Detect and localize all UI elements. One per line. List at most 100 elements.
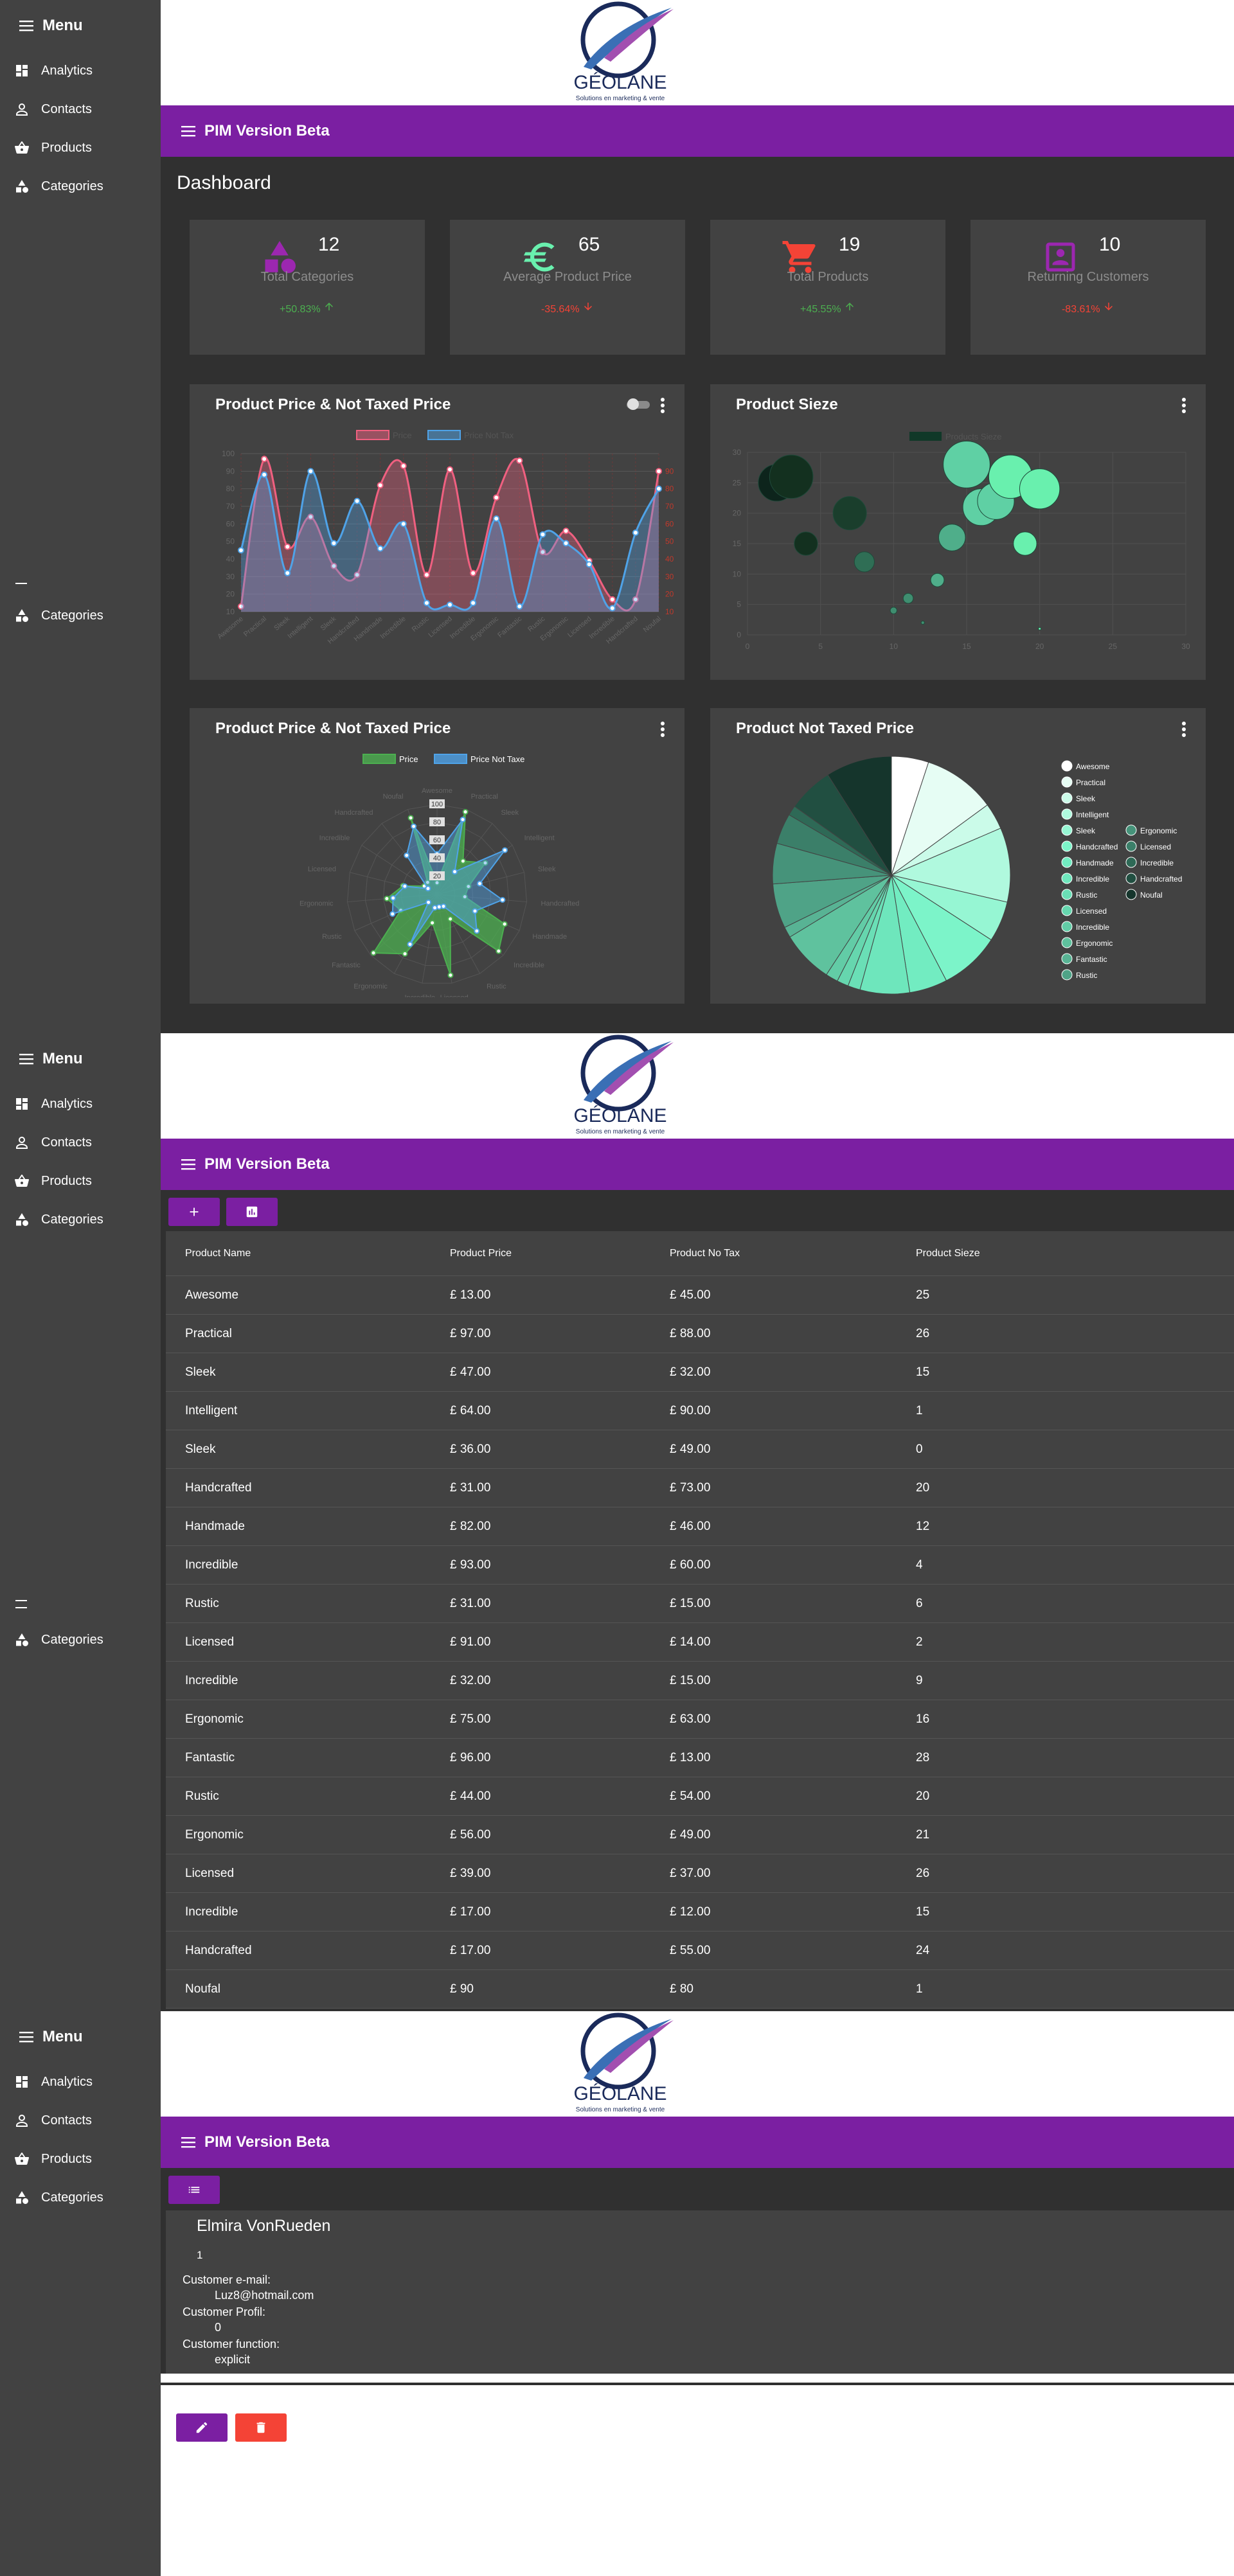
line-chart: Price Price Not Tax 10 20 30 40 50 60 70 80 90 100 1… — [216, 430, 674, 646]
table-cell: Ergonomic — [185, 1712, 244, 1726]
sidebar-header[interactable]: Menu — [0, 2011, 161, 2063]
table-row[interactable]: Licensed £ 39.00 £ 37.00 26 — [166, 1854, 1234, 1893]
table-row[interactable]: Intelligent £ 64.00 £ 90.00 1 — [166, 1392, 1234, 1430]
data-point — [423, 600, 430, 607]
data-point — [656, 468, 662, 475]
menu-icon[interactable] — [181, 1159, 195, 1170]
sidebar-item-analytics[interactable]: Analytics — [0, 51, 161, 90]
sidebar: Menu Analytics Contacts Products Categor… — [0, 2011, 161, 2576]
table-row[interactable]: Fantastic £ 96.00 £ 13.00 28 — [166, 1739, 1234, 1777]
sidebar-item-contacts[interactable]: Contacts — [0, 1123, 161, 1162]
table-row[interactable]: Licensed £ 91.00 £ 14.00 2 — [166, 1623, 1234, 1662]
data-point — [261, 456, 268, 463]
basket-icon — [14, 141, 30, 154]
table-cell: 20 — [916, 1789, 930, 1803]
table-row[interactable]: Handmade £ 82.00 £ 46.00 12 — [166, 1507, 1234, 1546]
sidebar-item-label: Contacts — [41, 102, 92, 116]
sidebar-item-analytics[interactable]: Analytics — [0, 2063, 161, 2101]
table-row[interactable]: Incredible £ 93.00 £ 60.00 4 — [166, 1546, 1234, 1585]
sidebar-item-categories-lower[interactable]: Categories — [0, 1621, 161, 1659]
sidebar-header[interactable]: Menu — [0, 0, 161, 51]
page: Menu Analytics Contacts Products Categor… — [0, 0, 1234, 2576]
table-row[interactable]: Ergonomic £ 75.00 £ 63.00 16 — [166, 1700, 1234, 1739]
legend-swatch — [1125, 840, 1137, 852]
table-cell: Awesome — [185, 1288, 239, 1302]
legend-swatch — [1061, 873, 1073, 884]
table-row[interactable]: Sleek £ 47.00 £ 32.00 15 — [166, 1353, 1234, 1392]
data-point — [400, 520, 407, 528]
sidebar-item-categories[interactable]: Categories — [0, 167, 161, 206]
sidebar-item-contacts[interactable]: Contacts — [0, 90, 161, 129]
table-row[interactable]: Rustic £ 44.00 £ 54.00 20 — [166, 1777, 1234, 1816]
table-cell: Licensed — [185, 1635, 235, 1649]
sidebar-item-categories-lower[interactable]: Categories — [0, 596, 161, 635]
table-row[interactable]: Handcrafted £ 31.00 £ 73.00 20 — [166, 1469, 1234, 1507]
table-row[interactable]: Ergonomic £ 56.00 £ 49.00 21 — [166, 1816, 1234, 1854]
list-view-button[interactable] — [168, 2176, 220, 2204]
sidebar-item-products[interactable]: Products — [0, 2140, 161, 2178]
legend-label: Licensed — [1140, 842, 1171, 851]
sidebar-item-categories[interactable]: Categories — [0, 2178, 161, 2217]
y-tick-label-right: 30 — [665, 572, 674, 581]
column-header[interactable]: Product Name — [166, 1248, 450, 1259]
sidebar-item-products[interactable]: Products — [0, 1162, 161, 1200]
geolane-logo: GÉOLANE Solutions en marketing & vente — [573, 2012, 674, 2113]
table-cell: £ 73.00 — [670, 1480, 711, 1495]
table-row[interactable]: Incredible £ 32.00 £ 15.00 9 — [166, 1662, 1234, 1700]
menu-icon[interactable] — [19, 1053, 33, 1065]
table-row[interactable]: Rustic £ 31.00 £ 15.00 6 — [166, 1585, 1234, 1623]
y-tick-label-right: 90 — [665, 466, 674, 475]
chart-view-button[interactable] — [226, 1198, 278, 1226]
data-point — [447, 601, 453, 608]
table-row[interactable]: Awesome £ 13.00 £ 45.00 25 — [166, 1276, 1234, 1315]
table-row[interactable]: Noufal £ 90 £ 80 1 — [166, 1970, 1234, 2009]
sidebar-header[interactable]: Menu — [0, 1033, 161, 1085]
bubble — [832, 496, 867, 531]
bubble — [769, 454, 814, 499]
y-tick-label: 20 — [226, 590, 235, 599]
trash-icon — [256, 2422, 265, 2433]
data-point — [425, 885, 431, 892]
menu-icon[interactable] — [19, 20, 33, 31]
add-product-button[interactable] — [168, 1198, 220, 1226]
sidebar-item-label: Analytics — [41, 2074, 93, 2089]
sidebar-item-categories[interactable]: Categories — [0, 1200, 161, 1239]
table-cell: £ 46.00 — [670, 1519, 711, 1533]
pencil-icon — [196, 2422, 208, 2433]
radar-label: Rustic — [487, 982, 506, 990]
table-row[interactable]: Practical £ 97.00 £ 88.00 26 — [166, 1315, 1234, 1353]
menu-icon[interactable] — [181, 2136, 195, 2148]
edit-button[interactable] — [176, 2413, 228, 2442]
column-header[interactable]: Product No Tax — [670, 1248, 916, 1259]
delete-button[interactable] — [235, 2413, 287, 2442]
sidebar-lower: Categories — [0, 1621, 161, 1659]
legend-swatch — [1061, 921, 1073, 932]
sidebar-item-analytics[interactable]: Analytics — [0, 1085, 161, 1123]
sidebar-item-products[interactable]: Products — [0, 129, 161, 167]
table-row[interactable]: Sleek £ 36.00 £ 49.00 0 — [166, 1430, 1234, 1469]
table-cell: £ 17.00 — [450, 1943, 491, 1957]
customer-profil-label: Customer Profil: — [183, 2305, 266, 2318]
more-vert-icon[interactable] — [660, 721, 665, 738]
table-row[interactable]: Handcrafted £ 17.00 £ 55.00 24 — [166, 1932, 1234, 1970]
table-row[interactable]: Incredible £ 17.00 £ 12.00 15 — [166, 1893, 1234, 1932]
data-point — [432, 905, 438, 911]
column-header[interactable]: Product Sieze — [916, 1248, 1109, 1259]
legend-label: Rustic — [1076, 971, 1097, 980]
data-point — [516, 603, 523, 610]
brand-name: GÉOLANE — [573, 72, 666, 93]
list-icon — [188, 2187, 200, 2193]
column-header[interactable]: Product Price — [450, 1248, 670, 1259]
toggle-switch[interactable] — [624, 397, 652, 411]
more-vert-icon[interactable] — [660, 397, 665, 414]
more-vert-icon[interactable] — [1181, 397, 1186, 414]
more-vert-icon[interactable] — [1181, 721, 1186, 738]
table-cell: £ 13.00 — [670, 1750, 711, 1764]
y-tick-label-right: 10 — [665, 607, 674, 616]
table-cell: £ 36.00 — [450, 1442, 491, 1456]
bubble-chart: Products Sieze 0 5 10 15 20 25 30 0 5 10 15 20 25 30 — [733, 432, 1190, 651]
menu-icon[interactable] — [181, 125, 195, 137]
sidebar-item-contacts[interactable]: Contacts — [0, 2101, 161, 2140]
menu-icon[interactable] — [19, 2031, 33, 2043]
table-cell: Incredible — [185, 1558, 238, 1572]
